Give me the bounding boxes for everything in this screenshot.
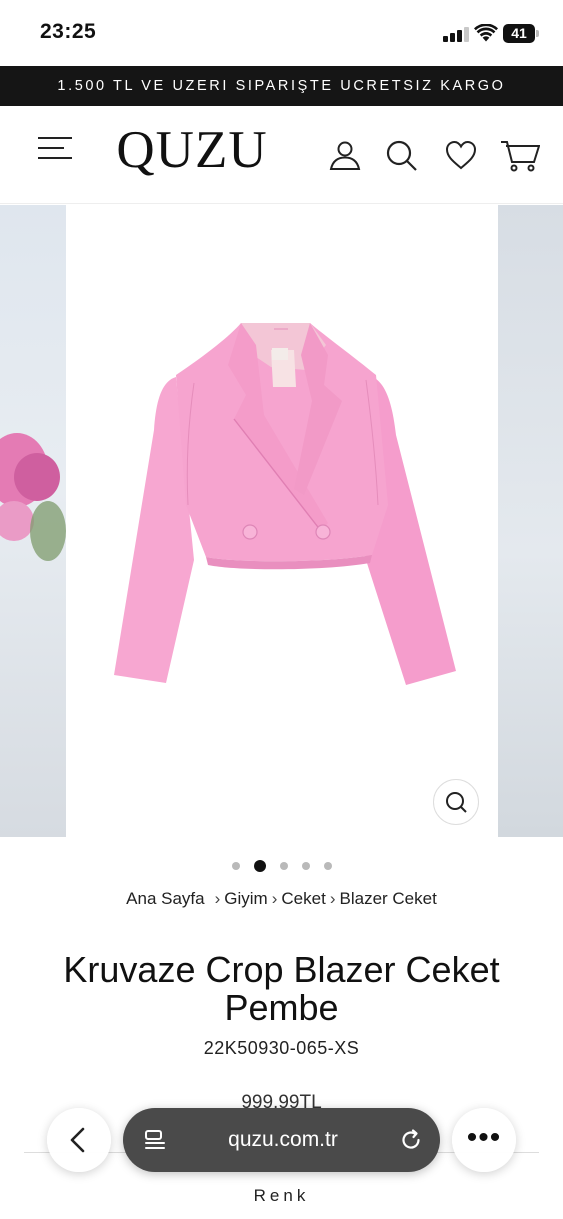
gallery-dot[interactable]	[231, 861, 240, 870]
gallery-dot[interactable]	[279, 861, 288, 870]
user-icon[interactable]	[328, 138, 362, 172]
pink-blazer-image	[114, 323, 456, 685]
product-title: Kruvaze Crop Blazer Ceket Pembe	[63, 949, 500, 1028]
breadcrumb: Ana Sayfa › Giyim › Ceket › Blazer Ceket	[126, 889, 437, 908]
cellular-signal-icon	[443, 26, 471, 42]
zoom-button[interactable]	[433, 779, 479, 825]
breadcrumb-blazer-ceket[interactable]: Blazer Ceket	[340, 889, 437, 908]
product-image[interactable]	[66, 205, 498, 837]
status-bar: 23:25 41	[0, 0, 563, 66]
url-text[interactable]: quzu.com.tr	[183, 1108, 383, 1172]
previous-slide-image[interactable]	[0, 205, 66, 837]
page-menu-icon[interactable]	[143, 1128, 167, 1152]
gallery-dot-active[interactable]	[253, 859, 266, 872]
product-sku: 22K50930-065-XS	[203, 1038, 360, 1058]
color-label: Renk	[253, 1186, 310, 1205]
breadcrumb-ceket[interactable]: Ceket	[281, 889, 325, 908]
status-time: 23:25	[40, 20, 97, 43]
reload-icon[interactable]	[399, 1128, 423, 1152]
next-slide-image[interactable]	[498, 205, 563, 837]
heart-icon[interactable]	[444, 138, 478, 172]
site-logo[interactable]: QUZU	[116, 120, 268, 180]
promo-banner[interactable]: 1.500 TL VE UZERI SIPARIŞTE UCRETSIZ KAR…	[0, 66, 563, 106]
chevron-left-icon	[70, 1127, 85, 1153]
breadcrumb-giyim[interactable]: Giyim	[224, 889, 267, 908]
zoom-icon	[446, 792, 467, 813]
menu-icon[interactable]	[38, 135, 72, 161]
site-header: QUZU	[0, 106, 563, 204]
gallery-dot[interactable]	[301, 861, 310, 870]
breadcrumb-home[interactable]: Ana Sayfa	[126, 889, 204, 908]
more-icon: •••	[466, 1121, 502, 1154]
gallery-pagination	[0, 857, 563, 872]
cart-icon[interactable]	[500, 138, 540, 172]
browser-back-button[interactable]	[47, 1108, 111, 1172]
browser-more-button[interactable]: •••	[452, 1108, 516, 1172]
search-icon[interactable]	[384, 138, 418, 172]
gallery-dot[interactable]	[323, 861, 332, 870]
address-bar[interactable]: quzu.com.tr	[123, 1108, 440, 1172]
battery-icon: 41	[503, 24, 539, 43]
product-gallery[interactable]	[0, 205, 563, 837]
wifi-icon	[474, 24, 498, 42]
battery-level: 41	[503, 24, 535, 43]
